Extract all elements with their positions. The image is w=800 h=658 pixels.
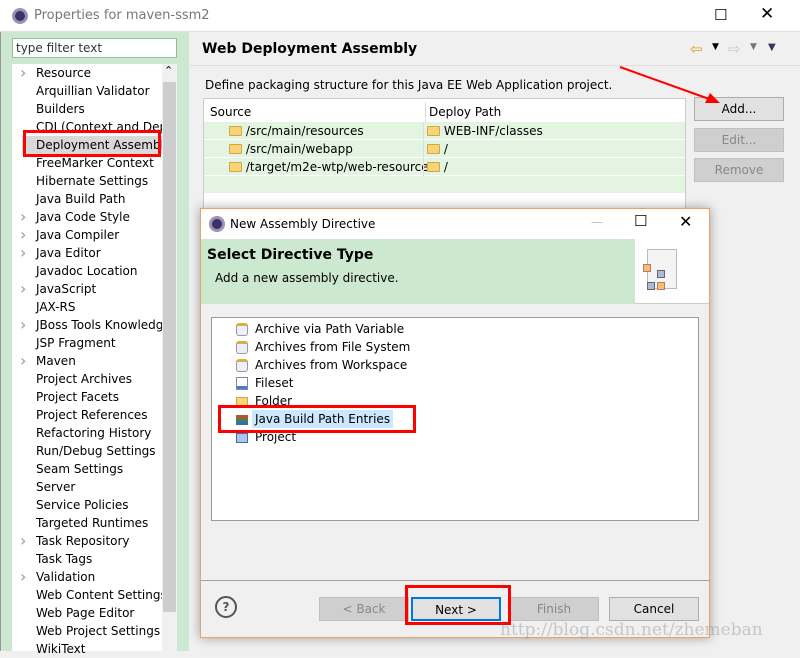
dialog-subheading: Add a new assembly directive. [215,271,399,285]
directive-item-label: Archive via Path Variable [255,322,405,336]
dialog-close-button[interactable]: ✕ [679,212,692,231]
minimize-button[interactable]: — [591,215,603,229]
directive-item-label: Fileset [255,376,294,390]
jar-icon [236,359,248,372]
fileset-icon [236,377,248,390]
highlight-box [405,585,511,625]
jar-icon [236,323,248,336]
dialog-title: New Assembly Directive [230,217,376,231]
assembly-wizard-icon [635,239,709,304]
eclipse-logo-icon [209,216,225,232]
directive-item-label: Archives from File System [255,340,411,354]
maximize-button[interactable]: ☐ [634,212,647,230]
highlight-box [218,405,416,433]
project-icon [236,433,248,443]
finish-button[interactable]: Finish [509,597,599,621]
separator [201,580,709,581]
cancel-button[interactable]: Cancel [609,597,699,621]
back-button[interactable]: < Back [319,597,409,621]
help-icon[interactable]: ? [215,596,237,618]
watermark: http://blog.csdn.net/zhemeban [500,620,763,640]
dialog-heading: Select Directive Type [207,247,374,263]
jar-icon [236,341,248,354]
directive-item-label: Archives from Workspace [255,358,408,372]
